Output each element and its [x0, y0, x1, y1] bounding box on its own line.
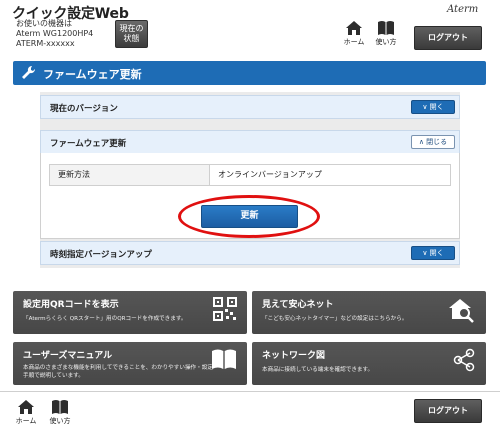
qr-code-icon — [213, 297, 237, 321]
current-status-button[interactable]: 現在の 状態 — [115, 20, 148, 48]
book-icon — [212, 349, 236, 369]
device-ssid: ATERM-xxxxxx — [16, 39, 75, 48]
tile-description: 「こども安心ネットタイマー」などの設定はこちらから。 — [262, 316, 408, 322]
scheduled-update-section[interactable]: 時刻指定バージョンアップ ∨ 開く — [40, 241, 460, 265]
book-icon — [52, 400, 68, 414]
footer-home-label: ホーム — [15, 417, 37, 425]
home-label: ホーム — [343, 38, 365, 46]
page-title-banner: ファームウェア更新 — [13, 61, 486, 85]
tile-title: ネットワーク図 — [262, 351, 326, 361]
logout-button[interactable]: ログアウト — [414, 26, 482, 50]
update-method-key: 更新方法 — [50, 165, 210, 185]
manual-label: 使い方 — [375, 38, 397, 46]
wrench-icon — [22, 65, 36, 79]
brand-logo: Aterm — [447, 4, 479, 15]
qr-code-tile[interactable]: 設定用QRコードを表示 「Atermらくらく QRスタート」用のQRコードを作成… — [13, 291, 247, 334]
firmware-update-close-button[interactable]: ∧ 閉じる — [411, 135, 455, 149]
status-button-label-1: 現在の — [119, 24, 144, 33]
tile-description: 「Atermらくらく QRスタート」用のQRコードを作成できます。 — [23, 316, 187, 322]
tile-title: 見えて安心ネット — [262, 300, 334, 310]
network-map-tile[interactable]: ネットワーク図 本商品に接続している端末を確認できます。 — [252, 342, 486, 385]
home-button[interactable]: ホーム — [340, 20, 368, 52]
device-info-line: お使いの機器は — [16, 19, 72, 28]
manual-button[interactable]: 使い方 — [372, 20, 400, 52]
footer-manual-label: 使い方 — [49, 417, 71, 425]
footer-home-button[interactable]: ホーム — [12, 399, 40, 431]
current-version-open-button[interactable]: ∨ 開く — [411, 100, 455, 114]
house-search-icon — [449, 299, 474, 323]
footer-manual-button[interactable]: 使い方 — [46, 399, 74, 431]
tile-title: ユーザーズマニュアル — [23, 351, 113, 361]
scheduled-update-open-button[interactable]: ∨ 開く — [411, 246, 455, 260]
footer-divider — [0, 391, 500, 392]
firmware-update-label: ファームウェア更新 — [50, 139, 127, 149]
update-method-row: 更新方法 オンラインバージョンアップ — [49, 164, 451, 186]
device-info: お使いの機器は Aterm WG1200HP4 ATERM-xxxxxx — [16, 19, 93, 49]
tile-description: 本商品に接続している端末を確認できます。 — [262, 367, 374, 373]
open-label: 開く — [429, 249, 444, 257]
highlight-circle — [178, 195, 320, 238]
network-icon — [453, 348, 475, 372]
page-title: ファームウェア更新 — [43, 68, 142, 81]
home-icon — [18, 400, 34, 414]
device-model: Aterm WG1200HP4 — [16, 29, 94, 38]
footer-logout-button[interactable]: ログアウト — [414, 399, 482, 423]
firmware-update-section[interactable]: ファームウェア更新 ∧ 閉じる — [40, 130, 460, 154]
scheduled-update-label: 時刻指定バージョンアップ — [50, 250, 152, 260]
current-version-label: 現在のバージョン — [50, 104, 118, 114]
user-manual-tile[interactable]: ユーザーズマニュアル 本商品のさまざまな機能を利用してできることを、わかりやすい… — [13, 342, 247, 385]
close-label: 閉じる — [426, 138, 448, 146]
book-icon — [378, 21, 394, 35]
open-label: 開く — [429, 103, 444, 111]
header: クイック設定Web お使いの機器は Aterm WG1200HP4 ATERM-… — [0, 0, 500, 58]
tile-title: 設定用QRコードを表示 — [23, 300, 119, 310]
chevron-down-icon: ∨ — [422, 249, 430, 257]
update-method-value: オンラインバージョンアップ — [218, 170, 322, 179]
chevron-down-icon: ∨ — [422, 103, 430, 111]
tile-description: 本商品のさまざまな機能を利用してできることを、わかりやすい操作・設定手順で説明し… — [23, 365, 213, 379]
home-icon — [346, 21, 362, 35]
status-button-label-2: 状態 — [123, 34, 140, 43]
mieru-anshin-tile[interactable]: 見えて安心ネット 「こども安心ネットタイマー」などの設定はこちらから。 — [252, 291, 486, 334]
current-version-section[interactable]: 現在のバージョン ∨ 開く — [40, 95, 460, 119]
